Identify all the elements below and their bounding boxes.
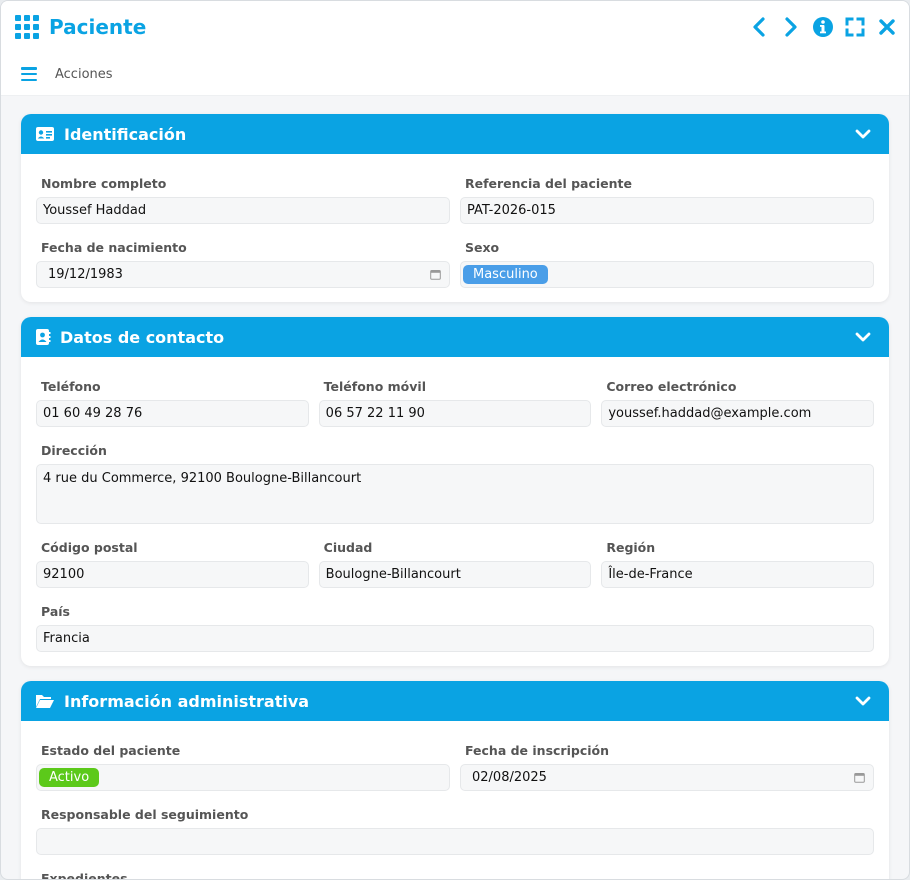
patient-status-select[interactable]: Activo [36,764,450,791]
birth-date-label: Fecha de nacimiento [41,240,187,255]
follow-up-owner-field: Responsable del seguimiento [36,799,874,855]
region-label: Región [606,540,656,555]
address-field: Dirección 4 rue du Commerce, 92100 Boulo… [36,435,874,524]
phone-field: Teléfono 01 60 49 28 76 [36,371,309,427]
actions-menu-label[interactable]: Acciones [55,67,113,82]
patient-window: Paciente Acciones Identificación Nombre … [0,0,910,880]
fullscreen-button[interactable] [843,14,867,40]
email-input[interactable]: youssef.haddad@example.com [601,400,875,427]
follow-up-owner-label: Responsable del seguimiento [41,807,249,822]
form-content: Identificación Nombre completo Youssef H… [1,96,909,880]
mobile-label: Teléfono móvil [323,379,426,394]
hamburger-menu-icon[interactable] [21,67,37,81]
identification-header[interactable]: Identificación [21,114,889,154]
chevron-down-icon[interactable] [855,693,871,709]
enrollment-date-label: Fecha de inscripción [465,743,609,758]
chevron-left-icon [753,17,765,37]
title-actions [747,14,899,40]
folder-open-icon [35,691,55,711]
postal-code-field: Código postal 92100 [36,532,309,588]
calendar-icon[interactable] [430,269,441,280]
address-textarea[interactable]: 4 rue du Commerce, 92100 Boulogne-Billan… [36,464,874,524]
birth-date-input[interactable]: 19/12/1983 [36,261,450,288]
chevron-down-icon[interactable] [855,329,871,345]
mobile-input[interactable]: 06 57 22 11 90 [318,400,592,427]
follow-up-owner-input[interactable] [36,828,874,855]
enrollment-date-field: Fecha de inscripción 02/08/2025 [460,735,874,791]
enrollment-date-value: 02/08/2025 [472,770,547,785]
previous-button[interactable] [747,14,771,40]
phone-label: Teléfono [41,379,101,394]
full-name-input[interactable]: Youssef Haddad [36,197,450,224]
region-input[interactable]: Île-de-France [601,561,875,588]
info-icon [813,17,833,37]
administrative-panel: Información administrativa Estado del pa… [21,681,889,880]
patient-reference-input[interactable]: PAT-2026-015 [460,197,874,224]
country-input[interactable]: Francia [36,625,874,652]
patient-reference-label: Referencia del paciente [465,176,633,191]
chevron-right-icon [785,17,797,37]
birth-date-field: Fecha de nacimiento 19/12/1983 [36,232,450,288]
records-label: Expedientes [41,871,128,880]
sex-label: Sexo [465,240,500,255]
contact-panel: Datos de contacto Teléfono 01 60 49 28 7… [21,317,889,666]
chevron-down-icon[interactable] [855,126,871,142]
enrollment-date-input[interactable]: 02/08/2025 [460,764,874,791]
city-field: Ciudad Boulogne-Billancourt [318,532,592,588]
postal-code-label: Código postal [41,540,138,555]
email-field: Correo electrónico youssef.haddad@exampl… [601,371,875,427]
close-button[interactable] [875,14,899,40]
patient-reference-field: Referencia del paciente PAT-2026-015 [460,168,874,224]
sex-field: Sexo Masculino [460,232,874,288]
country-field: País Francia [36,596,874,652]
info-button[interactable] [811,14,835,40]
contact-title: Datos de contacto [60,327,225,347]
country-label: País [41,604,70,619]
contact-header[interactable]: Datos de contacto [21,317,889,357]
sex-select[interactable]: Masculino [460,261,874,288]
id-card-icon [35,124,55,144]
expand-icon [845,17,865,37]
actions-toolbar: Acciones [1,53,909,96]
close-icon [879,19,895,35]
calendar-icon[interactable] [854,772,865,783]
city-input[interactable]: Boulogne-Billancourt [318,561,592,588]
records-field: Expedientes [36,863,874,880]
city-label: Ciudad [323,540,373,555]
administrative-title: Información administrativa [64,691,310,711]
email-label: Correo electrónico [606,379,737,394]
mobile-field: Teléfono móvil 06 57 22 11 90 [318,371,592,427]
patient-status-label: Estado del paciente [41,743,181,758]
birth-date-value: 19/12/1983 [48,267,123,282]
phone-input[interactable]: 01 60 49 28 76 [36,400,309,427]
administrative-header[interactable]: Información administrativa [21,681,889,721]
full-name-label: Nombre completo [41,176,167,191]
identification-panel: Identificación Nombre completo Youssef H… [21,114,889,302]
title-bar: Paciente [1,1,909,53]
full-name-field: Nombre completo Youssef Haddad [36,168,450,224]
address-book-icon [35,327,51,347]
address-label: Dirección [41,443,107,458]
status-badge: Activo [39,768,100,787]
region-field: Región Île-de-France [601,532,875,588]
window-title: Paciente [49,15,147,39]
apps-grid-icon[interactable] [15,15,39,39]
postal-code-input[interactable]: 92100 [36,561,309,588]
identification-title: Identificación [64,124,187,144]
patient-status-field: Estado del paciente Activo [36,735,450,791]
sex-badge: Masculino [463,265,548,284]
next-button[interactable] [779,14,803,40]
